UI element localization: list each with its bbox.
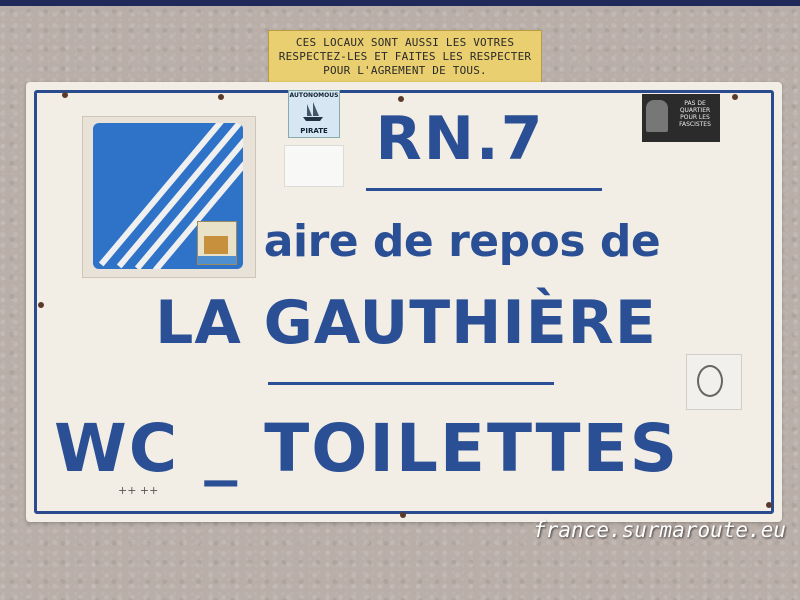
screw	[218, 94, 224, 100]
screw	[398, 96, 404, 102]
face-sticker	[686, 354, 742, 410]
place-name: LA GAUTHIÈRE	[155, 288, 657, 358]
rest-area-label: aire de repos de	[263, 216, 661, 267]
plaque-line-2: RESPECTEZ-LES ET FAITES LES RESPECTER	[278, 50, 532, 63]
graffiti-scribble: ++ ++	[118, 484, 159, 497]
pirate-sticker-top-text: AUTONOMOUS	[289, 92, 339, 99]
screw	[732, 94, 738, 100]
face-icon	[697, 365, 723, 397]
route-underline	[366, 188, 602, 191]
route-number: RN.7	[375, 104, 545, 174]
watermark: france.surmaroute.eu	[533, 518, 786, 542]
screw	[38, 302, 44, 308]
rest-area-sign: AUTONOMOUS PIRATE PAS DE QUARTIER POUR L…	[26, 82, 782, 522]
political-sticker-text: PAS DE QUARTIER POUR LES FASCISTES	[679, 100, 711, 128]
region-logo	[82, 116, 256, 278]
facilities-label: WC _ TOILETTES	[54, 410, 680, 487]
notice-plaque: CES LOCAUX SONT AUSSI LES VOTRES RESPECT…	[268, 30, 542, 84]
plaque-line-1: CES LOCAUX SONT AUSSI LES VOTRES	[295, 36, 515, 49]
top-edge-strip	[0, 0, 800, 6]
divider-rule	[268, 382, 554, 385]
screw	[62, 92, 68, 98]
town-crest-icon	[197, 221, 237, 265]
political-sticker: PAS DE QUARTIER POUR LES FASCISTES	[642, 94, 720, 142]
plaque-line-3: POUR L'AGREMENT DE TOUS.	[323, 64, 487, 77]
logo-blue-square	[93, 123, 243, 269]
screw	[766, 502, 772, 508]
screw	[400, 512, 406, 518]
